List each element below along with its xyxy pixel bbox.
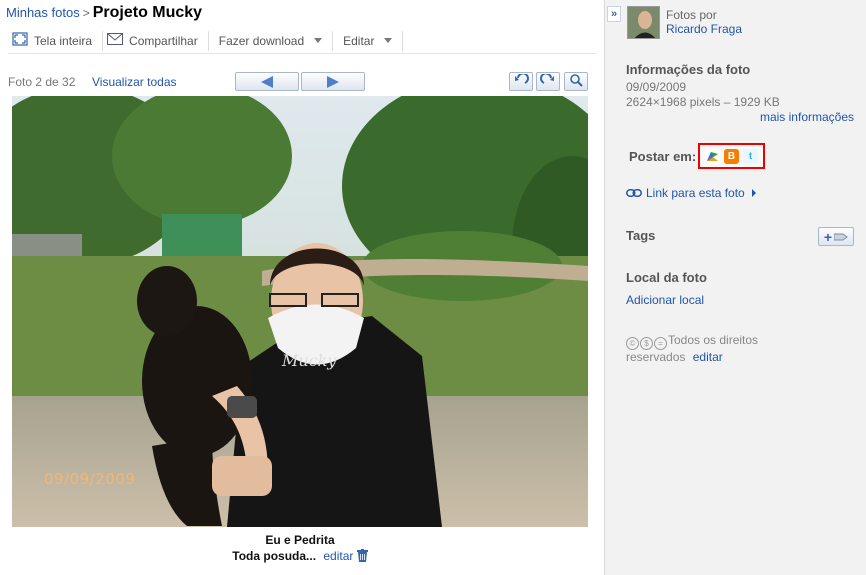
edit-label: Editar — [343, 33, 375, 48]
rotate-left-button[interactable] — [509, 72, 533, 91]
trash-icon[interactable] — [356, 549, 368, 563]
photo-nav-row: Foto 2 de 32 Visualizar todas — [8, 72, 592, 92]
photo-counter: Foto 2 de 32 — [8, 75, 76, 89]
download-menu-button[interactable]: Fazer download — [209, 30, 334, 51]
post-to-services: B t — [698, 143, 765, 169]
edit-rights-link[interactable]: editar — [693, 350, 723, 364]
chevron-down-icon — [384, 38, 393, 43]
previous-photo-button[interactable] — [235, 72, 299, 91]
chevron-down-icon — [314, 38, 323, 43]
view-all-link[interactable]: Visualizar todas — [92, 75, 177, 89]
twitter-icon[interactable]: t — [743, 148, 758, 164]
owner-name-link[interactable]: Ricardo Fraga — [666, 22, 742, 36]
owner-by-label: Fotos por — [666, 8, 717, 22]
collapse-sidebar-button[interactable]: » — [607, 6, 621, 22]
add-tag-button[interactable]: + — [818, 227, 854, 246]
share-label: Compartilhar — [129, 33, 198, 48]
photo-dimensions: 2624×1968 pixels – 1929 KB — [626, 95, 780, 109]
tags-title: Tags — [626, 228, 656, 243]
photo-toolbar: Tela inteira Compartilhar Fazer download… — [8, 28, 596, 54]
photo-info-title: Informações da foto — [626, 62, 751, 77]
rotate-right-icon — [540, 72, 556, 89]
no-derivatives-icon: = — [654, 337, 667, 350]
arrow-left-icon — [261, 75, 273, 88]
photo-link-label: Link para esta foto — [646, 186, 745, 200]
post-to-label: Postar em: — [629, 149, 697, 164]
blogger-icon[interactable]: B — [724, 148, 739, 164]
download-label: Fazer download — [218, 33, 305, 48]
main-photo[interactable]: Mucky 09/09/2009 — [12, 96, 588, 527]
breadcrumb-separator: > — [82, 6, 90, 20]
photo-date-stamp: 09/09/2009 — [44, 470, 136, 488]
plus-icon: + — [823, 228, 833, 245]
more-info-link[interactable]: mais informações — [760, 110, 854, 124]
share-button[interactable]: Compartilhar — [103, 30, 209, 51]
photo-date: 09/09/2009 — [626, 80, 687, 94]
album-title: Projeto Mucky — [92, 4, 203, 21]
photo-info-sidebar: » Fotos por Ricardo Fraga Informações da… — [604, 0, 866, 575]
no-commercial-icon: $ — [640, 337, 653, 350]
breadcrumb: Minhas fotos > Projeto Mucky — [6, 4, 202, 22]
edit-caption-link[interactable]: editar — [323, 549, 353, 563]
tag-icon — [833, 229, 848, 245]
rotate-right-button[interactable] — [536, 72, 560, 91]
avatar[interactable] — [627, 6, 660, 39]
fullscreen-icon — [12, 32, 28, 49]
add-location-link[interactable]: Adicionar local — [626, 293, 704, 307]
zoom-button[interactable] — [564, 72, 588, 91]
copyright-icon: © — [626, 337, 639, 350]
fullscreen-label: Tela inteira — [34, 33, 93, 48]
caption-description: Toda posuda... — [232, 549, 317, 563]
arrow-right-icon — [327, 75, 339, 88]
rotate-left-icon — [513, 72, 529, 89]
envelope-icon — [107, 33, 124, 48]
magnifier-icon — [569, 73, 583, 90]
breadcrumb-my-photos-link[interactable]: Minhas fotos — [6, 5, 80, 20]
photo-image: Mucky — [12, 96, 588, 527]
caption-title: Eu e Pedrita — [265, 533, 335, 547]
edit-menu-button[interactable]: Editar — [333, 30, 404, 51]
chevron-right-icon — [751, 189, 756, 197]
buzz-icon[interactable] — [705, 148, 720, 164]
chain-link-icon — [626, 186, 642, 200]
photo-link-button[interactable]: Link para esta foto — [626, 186, 756, 200]
rights-info: © $ = Todos os direitos reservados editar — [626, 333, 806, 365]
fullscreen-button[interactable]: Tela inteira — [8, 30, 104, 51]
next-photo-button[interactable] — [301, 72, 365, 91]
double-chevron-right-icon: » — [610, 8, 618, 20]
main-panel: Minhas fotos > Projeto Mucky Tela inteira … — [0, 0, 604, 575]
caption-description-row: Toda posuda... editar — [12, 548, 588, 564]
photo-caption: Eu e Pedrita Toda posuda... editar — [12, 532, 588, 564]
shirt-text: Mucky — [281, 351, 337, 370]
location-title: Local da foto — [626, 270, 707, 285]
